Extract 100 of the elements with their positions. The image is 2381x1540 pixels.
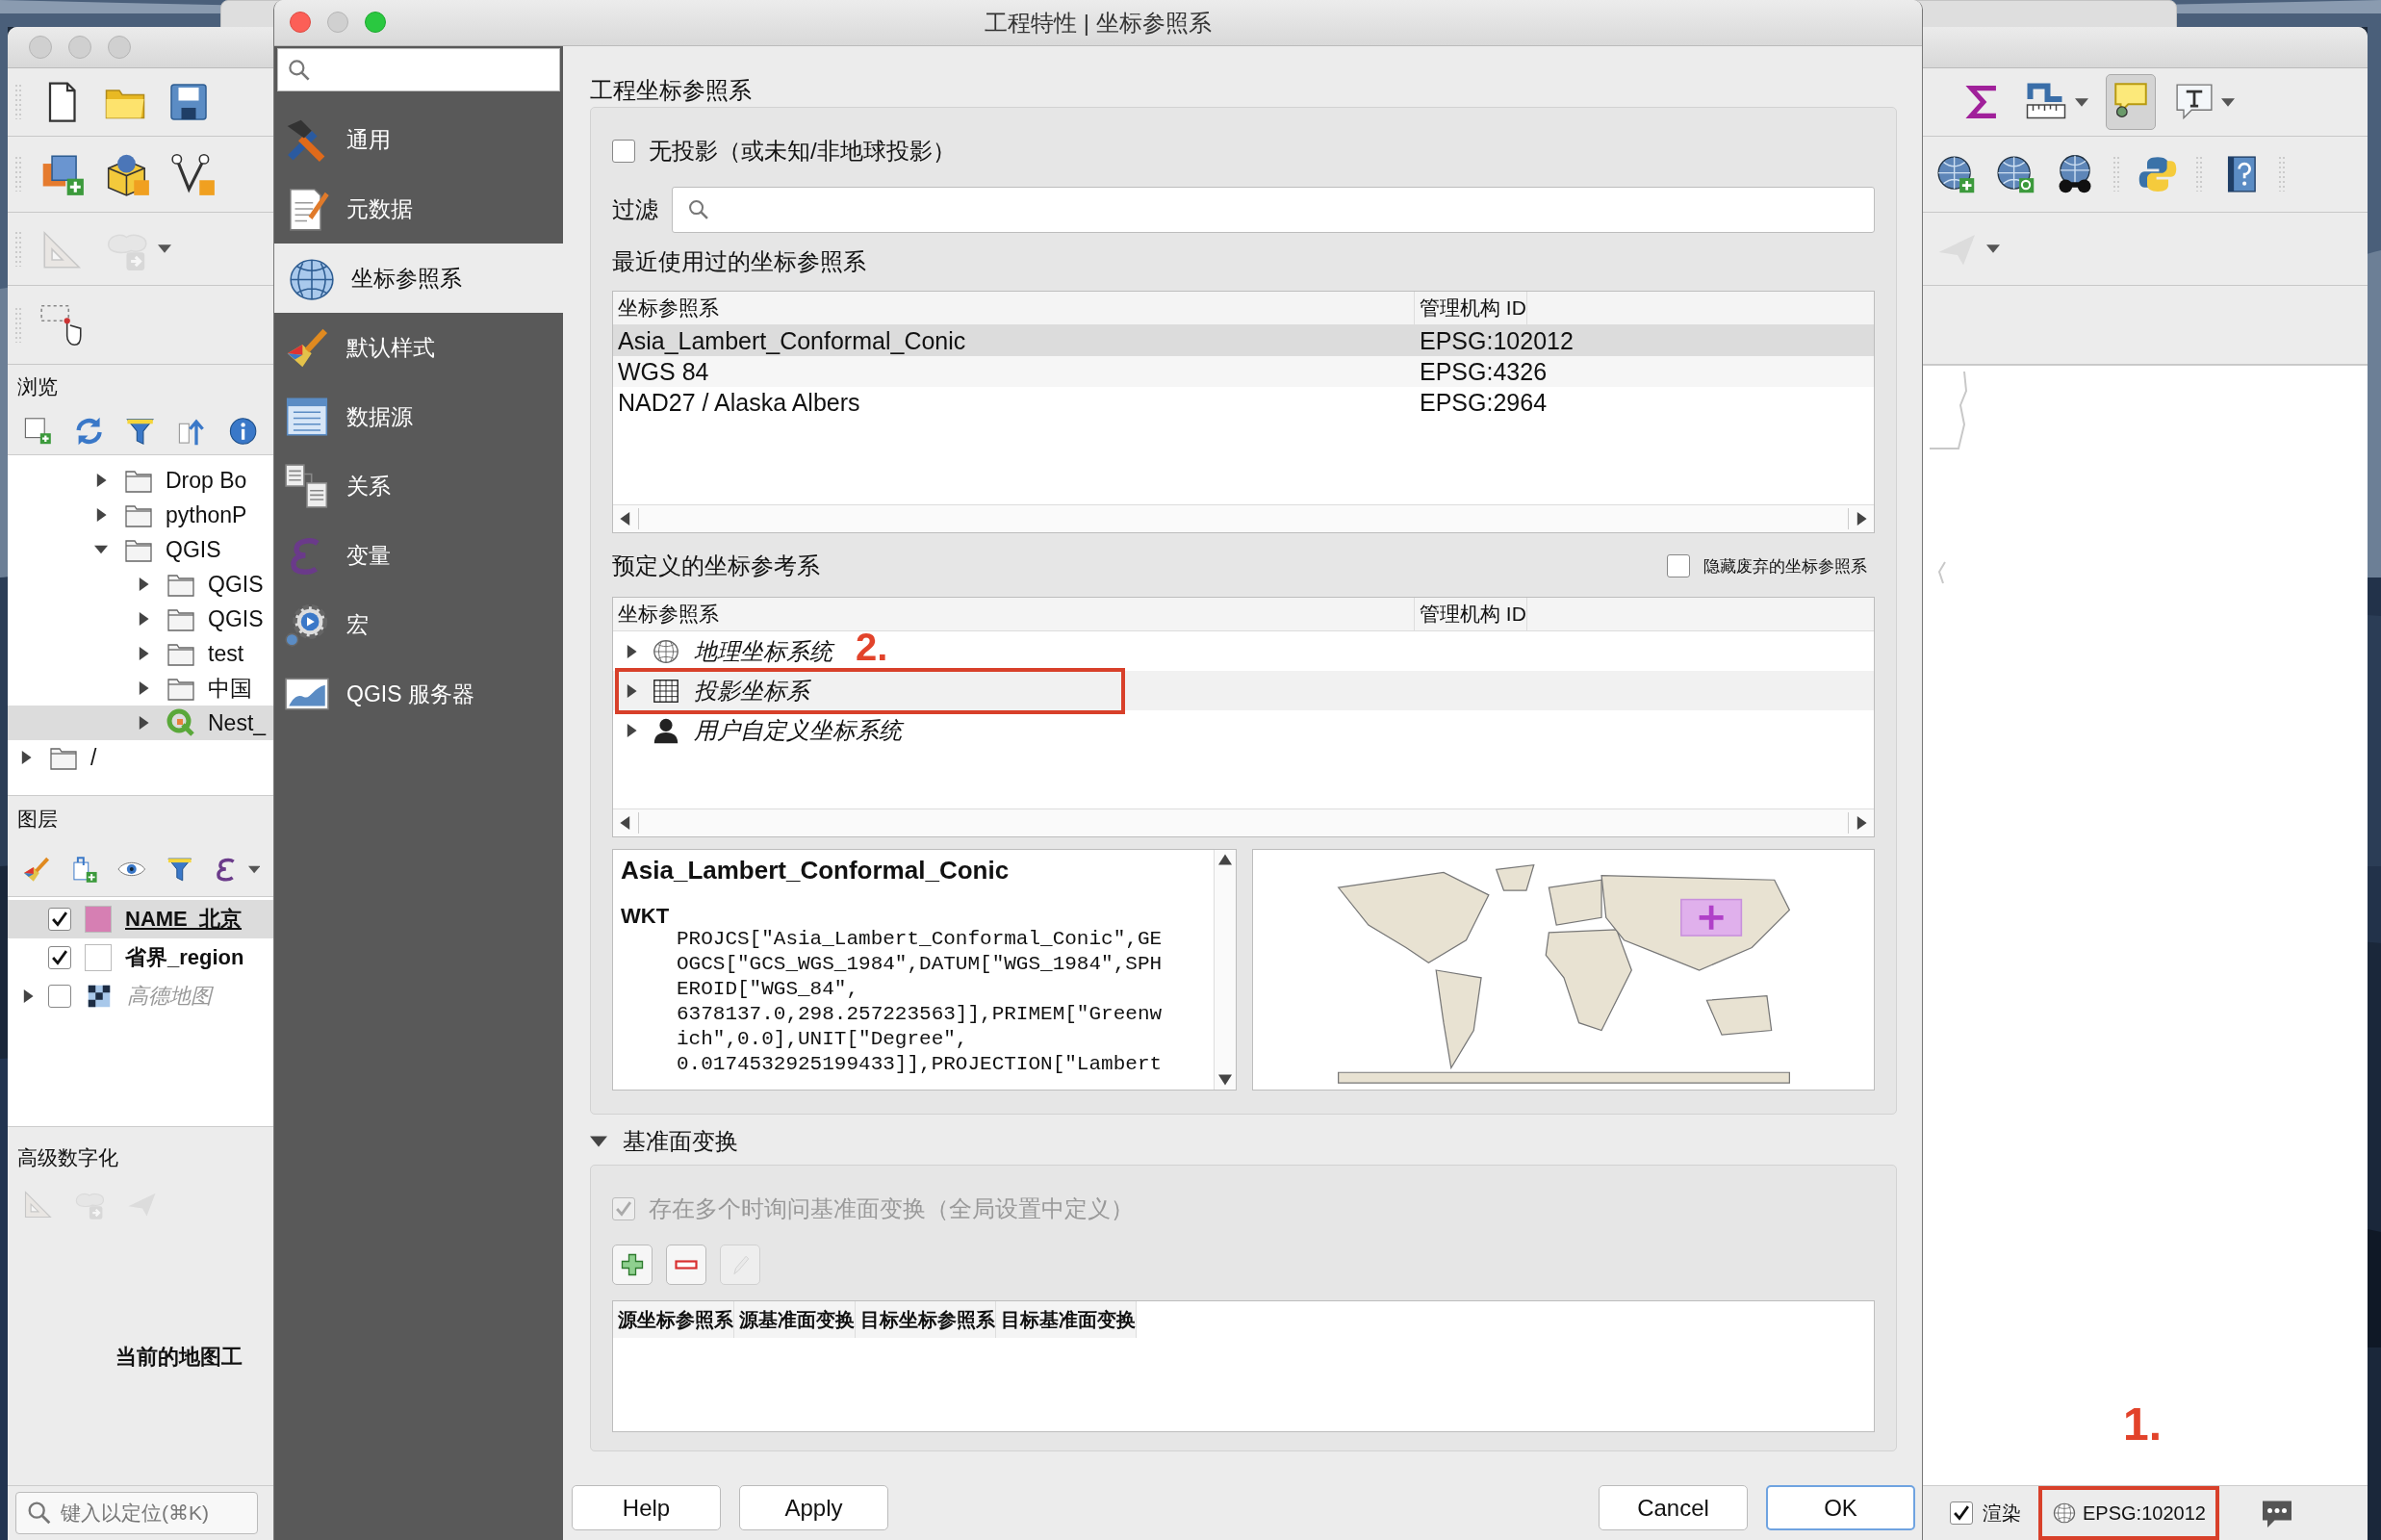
- filter-label: 过滤: [612, 195, 658, 224]
- expand-arrow-icon[interactable]: [94, 474, 108, 487]
- dialog-button[interactable]: Help: [572, 1485, 721, 1530]
- column-header[interactable]: 目标坐标参照系: [856, 1301, 996, 1338]
- dropdown-arrow-icon[interactable]: [247, 864, 260, 874]
- tree-item[interactable]: test: [8, 636, 273, 671]
- crs-tree-item[interactable]: 投影坐标系: [613, 671, 1874, 710]
- column-header[interactable]: 管理机构 ID: [1415, 292, 1527, 324]
- expand-arrow-icon[interactable]: [137, 716, 150, 730]
- tree-item[interactable]: QGIS: [8, 532, 273, 567]
- scroll-left-icon[interactable]: [619, 512, 632, 526]
- column-header[interactable]: 目标基准面变换: [996, 1301, 1137, 1338]
- checkbox-label: 存在多个时询问基准面变换（全局设置中定义）: [649, 1194, 1134, 1223]
- expand-arrow-icon[interactable]: [19, 751, 33, 764]
- expand-arrow-icon[interactable]: [21, 989, 35, 1003]
- map-tips-button[interactable]: [2106, 74, 2156, 130]
- render-label: 渲染: [1983, 1501, 2021, 1526]
- toolbar-handle[interactable]: [15, 229, 21, 269]
- toolbar-handle[interactable]: [15, 155, 21, 193]
- locator-field[interactable]: 键入以定位(⌘K): [15, 1492, 258, 1534]
- crs-name: Asia_Lambert_Conformal_Conic: [621, 856, 1011, 886]
- column-header[interactable]: 源坐标参照系: [613, 1301, 734, 1338]
- remove-button[interactable]: [666, 1245, 706, 1285]
- column-header[interactable]: 管理机构 ID: [1415, 598, 1527, 630]
- toolbar-handle[interactable]: [2113, 155, 2119, 193]
- tree-item[interactable]: QGIS: [8, 602, 273, 636]
- scrollbar-track[interactable]: [638, 508, 1849, 529]
- expand-arrow-icon[interactable]: [137, 647, 150, 660]
- panel-title: 浏览: [16, 373, 59, 399]
- toolbar-handle[interactable]: [2279, 155, 2285, 193]
- tree-item[interactable]: /: [8, 740, 273, 775]
- dropdown-arrow-icon[interactable]: [2075, 97, 2088, 107]
- scroll-right-icon[interactable]: [1855, 512, 1868, 526]
- expand-arrow-icon[interactable]: [137, 612, 150, 626]
- nav-item[interactable]: 数据源: [274, 382, 563, 451]
- table-row[interactable]: NAD27 / Alaska Albers EPSG:2964: [613, 387, 1874, 418]
- toolbar-handle[interactable]: [15, 83, 21, 121]
- tree-item[interactable]: pythonP: [8, 498, 273, 532]
- dropdown-arrow-icon[interactable]: [1986, 244, 2000, 253]
- vertical-scrollbar[interactable]: [1214, 850, 1236, 1090]
- nav-item[interactable]: 元数据: [274, 174, 563, 244]
- wkt-label: WKT: [621, 904, 671, 927]
- tree-item[interactable]: 中国: [8, 671, 273, 706]
- checkbox[interactable]: [1950, 1502, 1973, 1525]
- crs-tree-item[interactable]: 用户自定义坐标系统: [613, 710, 911, 750]
- expand-arrow-icon[interactable]: [625, 644, 638, 658]
- scrollbar-track[interactable]: [638, 812, 1849, 834]
- scroll-up-icon[interactable]: [1218, 854, 1232, 865]
- expand-arrow-icon[interactable]: [625, 683, 638, 698]
- toolbar-handle[interactable]: [2196, 155, 2202, 193]
- globe-icon[interactable]: [1934, 153, 1977, 195]
- nav-item[interactable]: 宏: [274, 590, 563, 659]
- checkbox[interactable]: [48, 908, 71, 931]
- section-title: 基准面变换: [623, 1127, 738, 1156]
- table-cell-text: NAD27 / Alaska Albers: [617, 388, 861, 417]
- dialog-button[interactable]: Cancel: [1599, 1485, 1748, 1530]
- expand-arrow-icon[interactable]: [94, 508, 108, 522]
- table-row[interactable]: Asia_Lambert_Conformal_Conic EPSG:102012: [613, 325, 1874, 356]
- expand-arrow-icon[interactable]: [137, 578, 150, 591]
- dropdown-arrow-icon[interactable]: [2221, 97, 2235, 107]
- checkbox[interactable]: [1667, 554, 1690, 578]
- nav-item[interactable]: QGIS 服务器: [274, 659, 563, 729]
- expand-arrow-icon[interactable]: [137, 681, 150, 695]
- dialog-button[interactable]: OK: [1766, 1485, 1915, 1530]
- scroll-down-icon[interactable]: [1218, 1074, 1232, 1086]
- filter-field[interactable]: [672, 187, 1875, 233]
- checkbox[interactable]: [48, 946, 71, 969]
- nav-item[interactable]: 变量: [274, 521, 563, 590]
- tree-item[interactable]: Nest_: [8, 706, 273, 740]
- scroll-left-icon[interactable]: [619, 816, 632, 830]
- crs-tree-item[interactable]: 地理坐标系统: [613, 631, 842, 671]
- checkbox[interactable]: [612, 140, 635, 163]
- tree-item[interactable]: QGIS: [8, 567, 273, 602]
- toolbar-handle[interactable]: [15, 305, 21, 345]
- column-header[interactable]: 坐标参照系: [613, 292, 1415, 324]
- panel-title: 高级数字化: [16, 1145, 119, 1170]
- wkt-text: 6378137.0,298.257223563]],PRIMEM["Greenw: [676, 1002, 1164, 1027]
- scroll-right-icon[interactable]: [1855, 816, 1868, 830]
- layer-item[interactable]: NAME_北京: [8, 900, 273, 938]
- crs-button[interactable]: EPSG:102012: [2048, 1497, 2210, 1529]
- add-button[interactable]: [612, 1245, 653, 1285]
- checkbox[interactable]: [48, 985, 71, 1008]
- expand-arrow-icon[interactable]: [625, 723, 638, 737]
- dropdown-arrow-icon[interactable]: [158, 244, 171, 253]
- tree-item[interactable]: Drop Bo: [8, 463, 273, 498]
- search-field[interactable]: [277, 48, 560, 91]
- dialog-button[interactable]: Apply: [739, 1485, 888, 1530]
- table-row[interactable]: WGS 84 EPSG:4326: [613, 356, 1874, 387]
- horizontal-scrollbar[interactable]: [613, 808, 1874, 836]
- column-header[interactable]: 坐标参照系: [613, 598, 1415, 630]
- nav-item[interactable]: 坐标参照系: [274, 244, 563, 313]
- table-cell-text: Asia_Lambert_Conformal_Conic: [617, 326, 967, 355]
- layer-item[interactable]: 省界_region: [8, 938, 273, 977]
- nav-item[interactable]: 默认样式: [274, 313, 563, 382]
- nav-item[interactable]: 通用: [274, 105, 563, 174]
- nav-item[interactable]: 关系: [274, 451, 563, 521]
- collapse-arrow-icon[interactable]: [94, 543, 108, 556]
- globe-icon[interactable]: [1994, 153, 2036, 195]
- column-header[interactable]: 源基准面变换: [734, 1301, 856, 1338]
- horizontal-scrollbar[interactable]: [613, 504, 1874, 532]
